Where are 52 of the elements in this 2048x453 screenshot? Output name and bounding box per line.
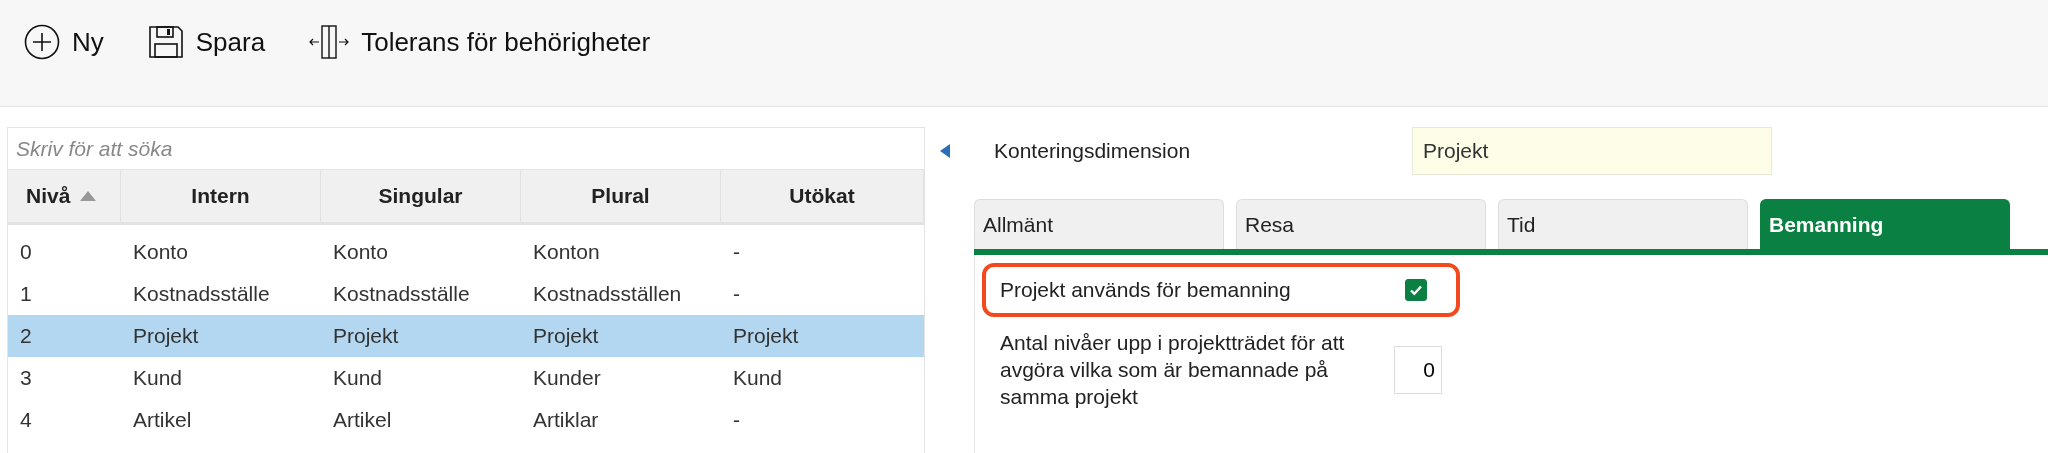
column-header[interactable]: Plural: [521, 170, 721, 222]
toolbar-button[interactable]: Tolerans för behörigheter: [309, 24, 651, 60]
setting-label: Projekt används för bemanning: [1000, 278, 1292, 302]
column-header[interactable]: Singular: [321, 170, 521, 222]
tab[interactable]: Resa: [1236, 199, 1486, 249]
table-cell-text: Projekt: [732, 324, 800, 348]
table-cell-text: Artiklar: [532, 408, 600, 432]
table-cell-text: Projekt: [532, 324, 600, 348]
collapse-arrow-icon[interactable]: [940, 144, 950, 158]
plus-circle-icon: [24, 24, 60, 60]
tab[interactable]: Tid: [1498, 199, 1748, 249]
table-cell-text: Kund: [732, 366, 784, 390]
dimension-field[interactable]: Projekt: [1412, 127, 1772, 175]
table-cell-text: Projekt: [332, 324, 400, 348]
table-cell-text: -: [732, 408, 741, 432]
table-row[interactable]: 1 Kostnadsställe Kostnadsställe Kostnadsställen -: [8, 273, 924, 315]
column-header[interactable]: Nivå: [8, 170, 121, 222]
field-label: Konteringsdimension: [994, 139, 1192, 163]
toolbar-button[interactable]: Ny: [24, 24, 104, 60]
checkbox[interactable]: [1405, 279, 1427, 301]
setting-label: Antal nivåer upp i projektträdet för att avgöra vilka som är bemannade på samma projekt: [1000, 330, 1346, 410]
tab[interactable]: Allmänt: [974, 199, 1224, 249]
table-cell-text: Kostnadsställen: [532, 282, 683, 306]
table-cell-text: Artikel: [132, 408, 193, 432]
column-resize-icon: [309, 24, 350, 60]
table-cell-text: Kund: [132, 366, 184, 390]
number-field[interactable]: 0: [1394, 345, 1442, 394]
table-cell-text: Kostnadsställe: [332, 282, 471, 306]
table-cell-text: Kund: [332, 366, 384, 390]
table-cell-text: -: [732, 240, 741, 264]
toolbar-button[interactable]: Spara: [147, 24, 266, 60]
table-cell-text: Konto: [332, 240, 389, 264]
table-cell-text: Projekt: [132, 324, 200, 348]
column-header[interactable]: Intern: [121, 170, 321, 222]
table-cell-text: 2: [19, 324, 33, 348]
table-cell-text: -: [732, 282, 741, 306]
table-cell-text: 3: [19, 366, 33, 390]
table-cell-text: Konton: [532, 240, 601, 264]
table-cell-text: Kostnadsställe: [132, 282, 271, 306]
table-row[interactable]: 2 Projekt Projekt Projekt Projekt: [8, 315, 924, 357]
table-cell-text: Artikel: [332, 408, 393, 432]
table-cell-text: Kunder: [532, 366, 602, 390]
table-row[interactable]: 4 Artikel Artikel Artiklar -: [8, 399, 924, 441]
table-cell-text: 1: [19, 282, 33, 306]
column-header[interactable]: Utökat: [721, 170, 924, 222]
table-row[interactable]: 3 Kund Kund Kunder Kund: [8, 357, 924, 399]
table-cell-text: 0: [19, 240, 33, 264]
save-icon: [147, 24, 184, 60]
table-cell-text: Konto: [132, 240, 189, 264]
table-row[interactable]: 0 Konto Konto Konton -: [8, 231, 924, 273]
table-cell-text: 4: [19, 408, 33, 432]
tab[interactable]: Bemanning: [1760, 199, 2010, 249]
